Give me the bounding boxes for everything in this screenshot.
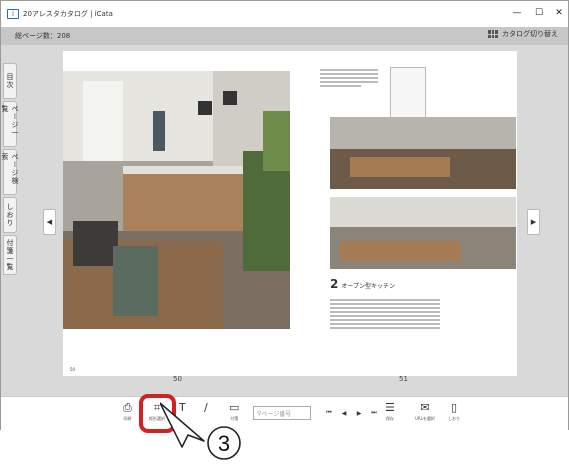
minimize-button[interactable]: — xyxy=(506,5,528,21)
kitchen-thumb-top xyxy=(330,117,516,189)
save-button[interactable]: ☰ 保存 xyxy=(385,401,395,422)
save-label: 保存 xyxy=(385,416,394,421)
plan-number: 2 xyxy=(330,277,339,291)
printer-icon: ⎙ xyxy=(123,401,132,414)
grid-icon xyxy=(488,30,498,38)
catalog-select-button[interactable]: ✉ URLを選択 xyxy=(415,401,435,422)
envelope-icon: ✉ xyxy=(420,401,430,414)
tab-sticky-notes[interactable]: 付箋一覧 xyxy=(3,235,17,275)
last-page-button[interactable]: ⏭ xyxy=(369,407,379,419)
bottom-toolbar: ⎙ 印刷 ⌗ 矩形選択 T ∕ ▭ 付箋 ⚲ ページ番号 ⏮ ◀ ▶ ⏭ ☰ 保… xyxy=(1,396,568,430)
tab-contents[interactable]: 目次 xyxy=(3,63,17,99)
next-page-arrow[interactable]: ▶ xyxy=(527,209,540,235)
maximize-button[interactable]: ☐ xyxy=(528,5,550,21)
right-page-text-block xyxy=(320,69,378,89)
tab-bookmarks[interactable]: しおり xyxy=(3,197,17,233)
right-page: 2 オープン型キッチン xyxy=(290,51,517,376)
close-button[interactable]: ✕ xyxy=(548,5,569,21)
catchphrase: オープン型キッチン xyxy=(341,283,395,290)
bookmark-icon: ▯ xyxy=(450,401,458,414)
window-title: 20アレスタカタログ | iCata xyxy=(23,10,113,18)
left-page-number: 50 xyxy=(173,375,182,383)
title-bar: i 20アレスタカタログ | iCata — ☐ ✕ xyxy=(1,1,568,27)
total-pages-label: 総ページ数：208 xyxy=(15,32,71,40)
catalog-select-label: URLを選択 xyxy=(415,416,435,421)
info-bar: 総ページ数：208 カタログ切り替え xyxy=(1,27,568,45)
left-page-footer: 50 xyxy=(70,367,76,372)
print-label: 印刷 xyxy=(123,416,132,421)
spec-table xyxy=(330,299,440,331)
print-button[interactable]: ⎙ 印刷 xyxy=(123,401,132,422)
next-page-button[interactable]: ▶ xyxy=(354,407,364,419)
catalog-viewer: 目次 ページ一覧 ページ検索 しおり 付箋一覧 ◀ ▶ 50 2 オープン型キッ… xyxy=(1,45,568,396)
prev-page-arrow[interactable]: ◀ xyxy=(43,209,56,235)
bookmark-button[interactable]: ▯ しおり xyxy=(448,401,460,422)
tab-page-list[interactable]: ページ一覧 xyxy=(1,101,19,147)
app-window: i 20アレスタカタログ | iCata — ☐ ✕ 総ページ数：208 カタロ… xyxy=(0,0,569,430)
bookmark-label: しおり xyxy=(448,416,460,421)
catalog-switch-button[interactable]: カタログ切り替え xyxy=(488,29,558,39)
step-callout: 3 xyxy=(160,402,241,460)
app-icon: i xyxy=(7,9,19,19)
first-page-button[interactable]: ⏮ xyxy=(324,407,334,419)
pointer-arrow xyxy=(160,402,205,448)
tab-page-search[interactable]: ページ検索 xyxy=(1,149,19,195)
kitchen-thumb-bottom xyxy=(330,197,516,269)
left-page: 50 xyxy=(63,51,383,376)
step-number: 3 xyxy=(218,431,230,456)
stack-icon: ☰ xyxy=(385,401,395,414)
prev-page-button[interactable]: ◀ xyxy=(339,407,349,419)
catalog-switch-label: カタログ切り替え xyxy=(502,30,558,38)
side-tabs: 目次 ページ一覧 ページ検索 しおり 付箋一覧 xyxy=(1,63,19,277)
right-page-number: 51 xyxy=(399,375,408,383)
